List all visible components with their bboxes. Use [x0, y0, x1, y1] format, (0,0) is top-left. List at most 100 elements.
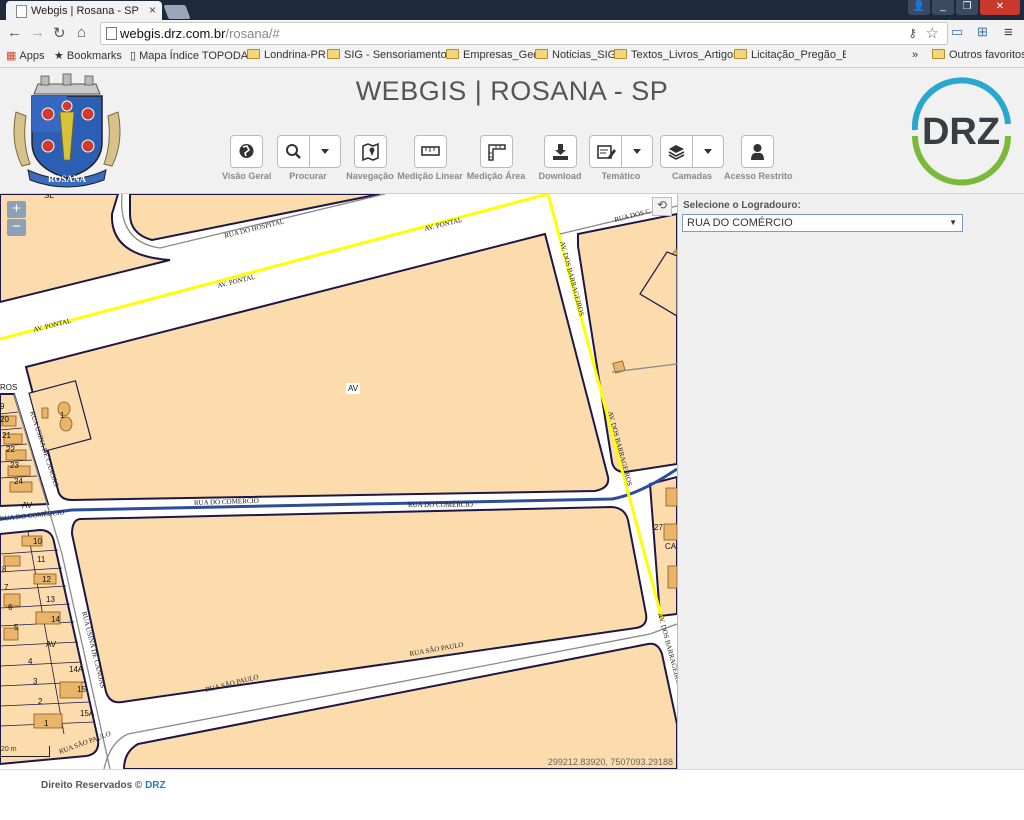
extension-grid-icon[interactable]: ⊞	[977, 24, 988, 40]
new-tab-button[interactable]	[163, 5, 191, 19]
navegacao-label: Navegação	[346, 171, 394, 181]
minimize-icon[interactable]: _	[932, 0, 954, 15]
reload-icon[interactable]: ↻	[53, 24, 66, 42]
map-view[interactable]: RUA DO HOSPITAL AV. PONTAL AV. PONTAL AV…	[0, 194, 677, 769]
bookmark-empresas[interactable]: Empresas_Geo	[446, 49, 539, 61]
map-canvas[interactable]: RUA DO HOSPITAL AV. PONTAL AV. PONTAL AV…	[0, 194, 677, 769]
logradouro-select[interactable]: RUA DO COMÉRCIO ▼	[682, 214, 963, 232]
bookmarks-bar: ▦ Apps ★ Bookmarks ▯ Mapa Índice TOPODA Lon…	[0, 46, 1024, 68]
acesso-restrito-label: Acesso Restrito	[724, 171, 793, 181]
bookmark-star-icon[interactable]: ☆	[926, 24, 939, 42]
drz-logo: DRZ	[911, 77, 1011, 186]
medicao-area-button[interactable]	[480, 135, 513, 168]
forward-icon[interactable]: →	[30, 24, 45, 41]
lot-number: 20	[0, 415, 9, 424]
bookmark-noticias[interactable]: Noticias_SIG	[535, 49, 616, 61]
bookmark-other[interactable]: Outros favoritos	[932, 49, 1024, 61]
lot-number: 21	[2, 431, 11, 440]
lot-number: 14A	[69, 665, 84, 674]
camadas-button[interactable]	[660, 135, 724, 168]
coat-of-arms-logo: ROSANA	[13, 73, 121, 188]
logradouro-selected-value: RUA DO COMÉRCIO	[687, 217, 793, 229]
search-icon	[286, 144, 301, 159]
chevron-down-icon[interactable]	[321, 149, 329, 154]
dropdown-arrow-icon[interactable]: ▼	[949, 218, 957, 227]
star-icon: ★	[54, 50, 64, 62]
close-window-icon[interactable]: ✕	[980, 0, 1020, 15]
tab-title: Webgis | Rosana - SP	[31, 5, 139, 17]
bookmark-licitacao[interactable]: Licitação_Pregão_Elet	[734, 49, 846, 61]
lot-number: 6	[8, 603, 13, 612]
folder-icon	[247, 49, 260, 59]
download-label: Download	[538, 171, 582, 181]
medicao-linear-label: Medição Linear	[397, 171, 463, 181]
page-title: WEBGIS | ROSANA - SP	[355, 76, 669, 106]
lot-number: 13	[46, 595, 55, 604]
dropdown-separator	[309, 136, 310, 167]
bookmark-textos[interactable]: Textos_Livros_Artigos	[614, 49, 739, 61]
user-icon	[751, 144, 764, 160]
lot-number: 24	[14, 477, 23, 486]
lot-number: 9	[0, 402, 5, 411]
folder-icon	[535, 49, 548, 59]
key-icon[interactable]: ⚷	[908, 26, 917, 40]
coordinate-readout: 299212.83920, 7507093.29188	[547, 757, 673, 767]
acesso-restrito-button[interactable]	[741, 135, 774, 168]
footer: Direito Reservados © DRZ	[0, 769, 1024, 820]
zoom-out-button[interactable]: −	[7, 219, 26, 236]
visao-geral-button[interactable]	[230, 135, 263, 168]
lot-number: 23	[10, 461, 19, 470]
lot-number: 12	[42, 575, 51, 584]
lot-number: 3	[33, 677, 38, 686]
medicao-area-label: Medição Área	[466, 171, 526, 181]
visao-geral-label: Visão Geral	[222, 171, 272, 181]
download-button[interactable]	[544, 135, 577, 168]
page-favicon-icon	[16, 5, 27, 18]
page-icon: ▯	[130, 50, 137, 62]
browser-toolbar: ← → ↻ ⌂ webgis.drz.com.br/rosana/# ⚷ ☆ ▭…	[0, 20, 1024, 46]
zoom-in-button[interactable]: +	[7, 201, 26, 218]
bookmark-sig[interactable]: SIG - Sensoriamento	[327, 49, 447, 61]
map-label: CA	[665, 542, 677, 551]
side-panel: Selecione o Logradouro: RUA DO COMÉRCIO …	[677, 194, 1024, 769]
rotate-map-icon[interactable]: ⟲	[652, 197, 672, 216]
browser-tab[interactable]: Webgis | Rosana - SP ×	[6, 1, 162, 20]
tematico-button[interactable]	[589, 135, 653, 168]
download-icon	[553, 144, 568, 160]
folder-icon	[734, 49, 747, 59]
chevron-down-icon[interactable]	[704, 149, 712, 154]
thematic-icon	[597, 145, 616, 159]
bookmark-londrina[interactable]: Londrina-PR	[247, 49, 326, 61]
address-bar[interactable]: webgis.drz.com.br/rosana/# ⚷ ☆	[100, 22, 948, 45]
map-label: AV	[348, 384, 359, 393]
bookmarks-overflow[interactable]: »	[912, 49, 918, 61]
lot-number: 7	[4, 583, 9, 592]
bookmark-apps[interactable]: ▦ Apps	[6, 49, 44, 62]
bookmark-mapa-indice[interactable]: ▯ Mapa Índice TOPODA	[130, 49, 248, 62]
bookmark-bookmarks[interactable]: ★ Bookmarks	[54, 49, 122, 62]
lot-number: 1	[60, 411, 65, 420]
apps-grid-icon: ▦	[6, 50, 17, 62]
map-label: AV	[46, 640, 57, 649]
logradouro-label: Selecione o Logradouro:	[683, 200, 801, 211]
menu-icon[interactable]: ≡	[1004, 24, 1013, 41]
map-label: ROS	[0, 383, 17, 392]
restore-icon[interactable]: ❐	[956, 0, 978, 15]
drz-link[interactable]: DRZ	[145, 780, 166, 791]
url-text[interactable]: webgis.drz.com.br/rosana/#	[120, 26, 280, 41]
home-icon[interactable]: ⌂	[77, 24, 86, 41]
lot-number: 15	[77, 685, 86, 694]
tab-close-icon[interactable]: ×	[149, 3, 156, 17]
layers-icon	[668, 145, 685, 160]
navegacao-button[interactable]	[354, 135, 387, 168]
map-pin-icon	[362, 142, 379, 162]
procurar-button[interactable]	[277, 135, 341, 168]
lot-number: 22	[6, 445, 15, 454]
medicao-linear-button[interactable]	[414, 135, 447, 168]
back-icon[interactable]: ←	[7, 24, 22, 41]
user-icon[interactable]: 👤	[908, 0, 930, 15]
chevron-down-icon[interactable]	[633, 149, 641, 154]
extension-screen-icon[interactable]: ▭	[951, 24, 963, 40]
folder-icon	[446, 49, 459, 59]
copyright-text: Direito Reservados © DRZ	[41, 780, 166, 791]
